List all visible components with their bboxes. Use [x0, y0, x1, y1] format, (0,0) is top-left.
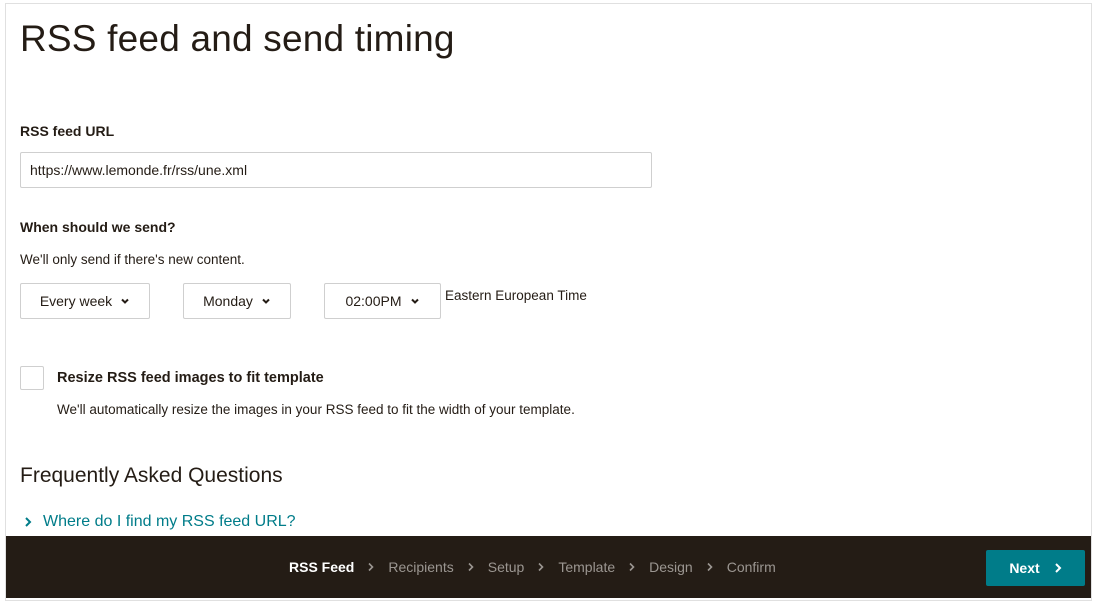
- wizard-footer: RSS Feed Recipients Setup Template Desig…: [6, 536, 1091, 598]
- timezone-label: Eastern European Time: [445, 288, 587, 303]
- wizard-steps: RSS Feed Recipients Setup Template Desig…: [289, 536, 776, 598]
- rss-url-input[interactable]: [20, 152, 652, 188]
- chevron-right-icon: [538, 562, 544, 572]
- resize-images-label[interactable]: Resize RSS feed images to fit template: [57, 370, 324, 386]
- content-frame: RSS feed and send timing RSS feed URL Wh…: [5, 3, 1092, 601]
- next-button-label: Next: [1009, 560, 1040, 576]
- step-template[interactable]: Template: [558, 559, 615, 575]
- day-value: Monday: [203, 293, 253, 309]
- chevron-down-icon: [262, 298, 270, 304]
- page-title: RSS feed and send timing: [20, 18, 455, 59]
- chevron-down-icon: [121, 298, 129, 304]
- rss-url-label: RSS feed URL: [20, 123, 115, 139]
- step-recipients[interactable]: Recipients: [388, 559, 453, 575]
- resize-images-description: We'll automatically resize the images in…: [57, 402, 575, 417]
- time-value: 02:00PM: [345, 293, 402, 309]
- chevron-right-icon: [468, 562, 474, 572]
- chevron-right-icon: [25, 517, 32, 527]
- send-schedule-heading: When should we send?: [20, 219, 176, 235]
- step-design[interactable]: Design: [649, 559, 693, 575]
- faq-item-rss-url[interactable]: Where do I find my RSS feed URL?: [24, 513, 296, 531]
- resize-images-checkbox[interactable]: [20, 366, 44, 390]
- time-select[interactable]: 02:00PM: [324, 283, 441, 319]
- faq-title: Frequently Asked Questions: [20, 464, 283, 487]
- next-button[interactable]: Next: [986, 550, 1085, 586]
- chevron-right-icon: [368, 562, 374, 572]
- send-schedule-help: We'll only send if there's new content.: [20, 252, 245, 267]
- step-setup[interactable]: Setup: [488, 559, 525, 575]
- frequency-value: Every week: [39, 293, 113, 309]
- day-select[interactable]: Monday: [183, 283, 291, 319]
- chevron-down-icon: [410, 298, 419, 304]
- chevron-right-icon: [1054, 563, 1062, 573]
- chevron-right-icon: [629, 562, 635, 572]
- step-rss-feed[interactable]: RSS Feed: [289, 559, 354, 575]
- faq-item-label: Where do I find my RSS feed URL?: [43, 513, 296, 530]
- frequency-select[interactable]: Every week: [20, 283, 150, 319]
- chevron-right-icon: [707, 562, 713, 572]
- step-confirm[interactable]: Confirm: [727, 559, 776, 575]
